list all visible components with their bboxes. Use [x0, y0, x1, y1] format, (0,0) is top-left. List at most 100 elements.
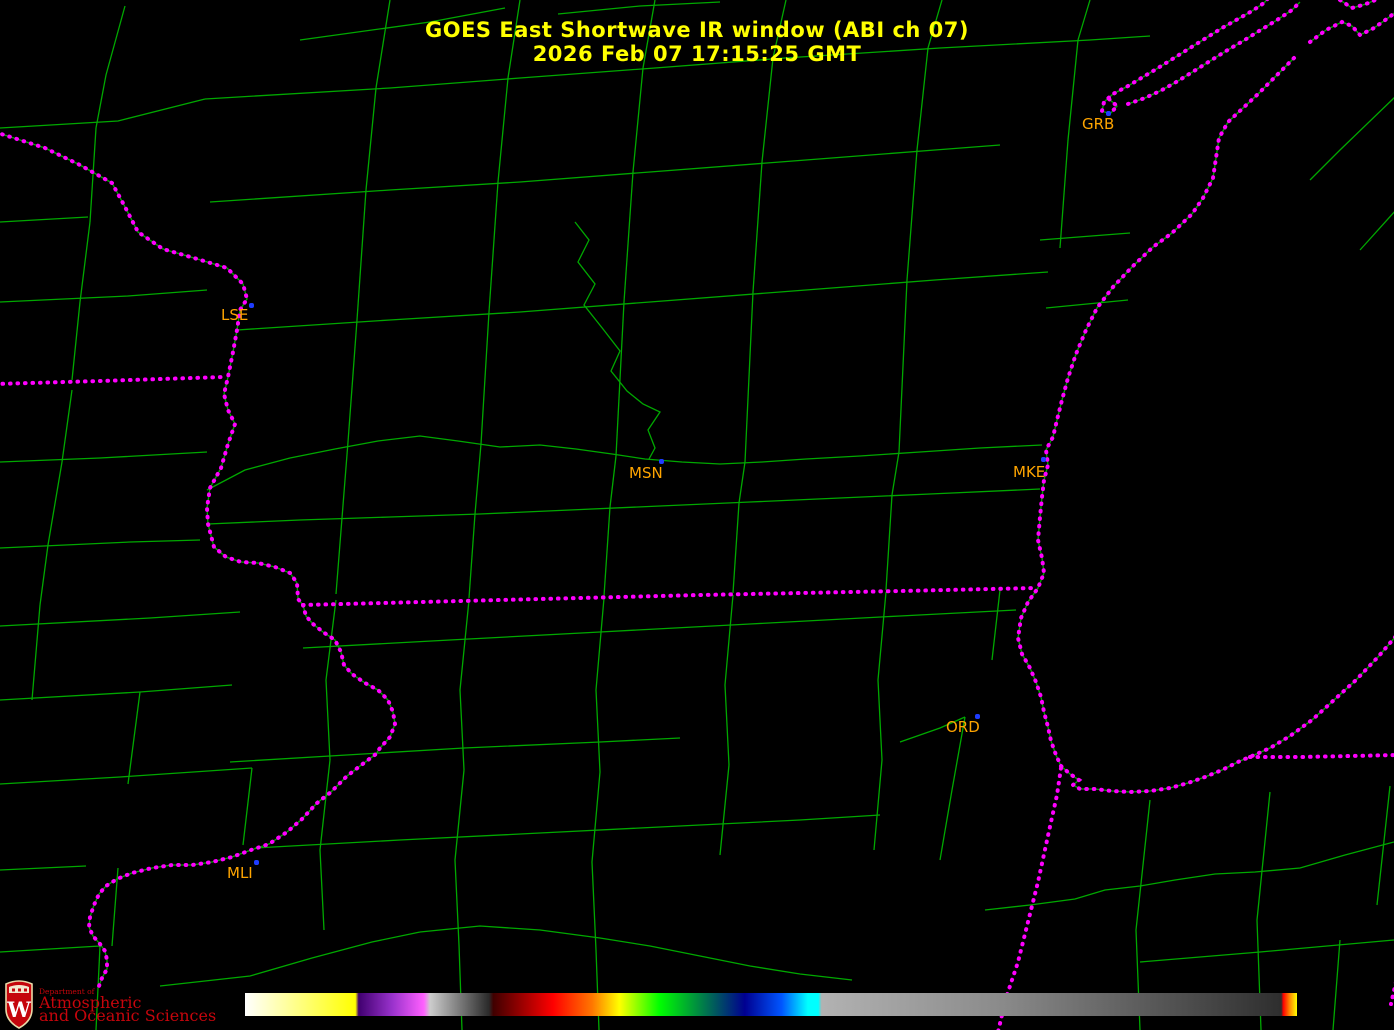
county-boundary-line: [40, 462, 62, 605]
title-line-2: 2026 Feb 07 17:15:25 GMT: [0, 42, 1394, 66]
shoreline: [89, 605, 395, 986]
county-boundary-line: [725, 595, 733, 765]
county-boundary-line: [0, 768, 252, 784]
county-boundary-line: [1360, 210, 1394, 250]
county-boundary-line: [0, 866, 86, 870]
county-boundary-line: [753, 162, 762, 292]
station-dot-icon: [1041, 457, 1046, 462]
title-line-1: GOES East Shortwave IR window (ABI ch 07…: [0, 18, 1394, 42]
state-border-line: [1340, 0, 1380, 8]
shoreline: [1018, 58, 1294, 766]
state-border-line: [303, 588, 1035, 605]
county-boundary-line: [1333, 940, 1340, 1030]
county-boundary-line: [0, 946, 100, 952]
county-boundary-line: [762, 58, 773, 162]
county-boundary-line: [160, 932, 420, 986]
shoreline: [0, 132, 303, 605]
county-boundary-line: [940, 717, 965, 860]
county-boundary-line: [320, 760, 330, 930]
station-label: MSN: [629, 464, 663, 482]
station-label: MLI: [227, 864, 253, 882]
state-border-line: [998, 768, 1061, 1030]
county-boundary-line: [733, 503, 739, 593]
satellite-image-viewport: GOES East Shortwave IR window (ABI ch 07…: [0, 0, 1394, 1030]
crest-letter: W: [6, 997, 31, 1022]
county-boundary-line: [80, 222, 90, 302]
county-boundary-line: [90, 128, 96, 222]
state-border-line: [89, 605, 395, 986]
county-boundary-line: [892, 452, 899, 495]
state-border-line: [1250, 755, 1394, 757]
station-label: MKE: [1013, 463, 1045, 481]
county-boundary-line: [874, 760, 882, 850]
county-boundary-line: [475, 444, 481, 514]
state-border-line: [1061, 636, 1394, 792]
county-boundary-line: [992, 590, 1000, 660]
logo-words: Department of Atmospheric and Oceanic Sc…: [39, 988, 216, 1022]
county-boundary-line: [469, 514, 475, 598]
station-dot-icon: [254, 860, 259, 865]
county-boundary-line: [0, 290, 207, 302]
county-boundary-line: [745, 292, 753, 462]
county-boundary-line: [326, 600, 336, 760]
county-boundary-line: [886, 495, 892, 590]
county-boundary-line: [1310, 96, 1394, 180]
county-boundary-line: [624, 172, 633, 302]
county-boundary-line: [1060, 140, 1068, 248]
county-boundary-line: [592, 772, 600, 1030]
county-boundary-line: [498, 78, 508, 182]
ir-temperature-colorbar: [245, 993, 1297, 1016]
county-boundary-line: [0, 685, 232, 700]
image-title: GOES East Shortwave IR window (ABI ch 07…: [0, 18, 1394, 66]
logo-name-line-2: and Oceanic Sciences: [39, 1009, 216, 1022]
county-boundary-line: [720, 765, 729, 855]
county-boundary-line: [899, 280, 907, 452]
county-boundary-line: [0, 99, 205, 128]
county-boundary-line: [303, 610, 1016, 648]
county-boundary-line: [455, 770, 464, 1030]
county-boundary-line: [342, 442, 348, 518]
county-boundary-line: [366, 88, 376, 190]
county-boundary-line: [208, 489, 1040, 524]
station-dot-icon: [249, 303, 254, 308]
county-boundary-line: [558, 2, 720, 14]
county-boundary-line: [207, 436, 1042, 490]
county-boundary-line: [230, 738, 680, 762]
county-boundary-line: [336, 518, 342, 594]
county-boundary-line: [243, 768, 252, 845]
county-boundary-line: [460, 600, 469, 770]
county-boundary-line: [255, 815, 880, 848]
county-boundary-line: [0, 540, 200, 548]
county-boundary-line: [210, 145, 1000, 202]
county-boundary-line: [32, 605, 40, 700]
county-boundary-line: [1040, 233, 1130, 240]
county-boundary-line: [604, 507, 610, 596]
county-boundary-line: [739, 462, 745, 503]
station-label: GRB: [1082, 115, 1114, 133]
county-boundary-line: [633, 68, 643, 172]
county-boundary-line: [0, 452, 207, 462]
county-boundary-line: [596, 598, 604, 772]
county-boundary-line: [481, 312, 489, 444]
county-boundary-line: [0, 217, 88, 222]
station-label: ORD: [946, 718, 980, 736]
county-boundary-line: [985, 842, 1394, 910]
station-label: LSE: [221, 306, 248, 324]
state-border-line: [0, 132, 303, 605]
county-boundary-line: [72, 302, 80, 380]
map-overlay-canvas: [0, 0, 1394, 1030]
county-boundary-line: [128, 692, 140, 784]
state-border-line: [0, 377, 223, 384]
county-boundary-line: [62, 390, 72, 462]
county-boundary-line: [348, 320, 357, 442]
county-boundary-line: [420, 926, 852, 980]
uw-aos-logo: W Department of Atmospheric and Oceanic …: [3, 979, 216, 1029]
county-boundary-line: [489, 182, 498, 312]
county-boundary-line: [357, 190, 366, 320]
county-boundary-line: [1140, 940, 1394, 962]
county-boundary-line: [907, 150, 917, 280]
county-boundary-line: [0, 612, 240, 626]
county-boundary-line: [610, 456, 616, 507]
county-boundary-line: [1046, 300, 1128, 308]
uw-crest-icon: W: [3, 979, 35, 1029]
